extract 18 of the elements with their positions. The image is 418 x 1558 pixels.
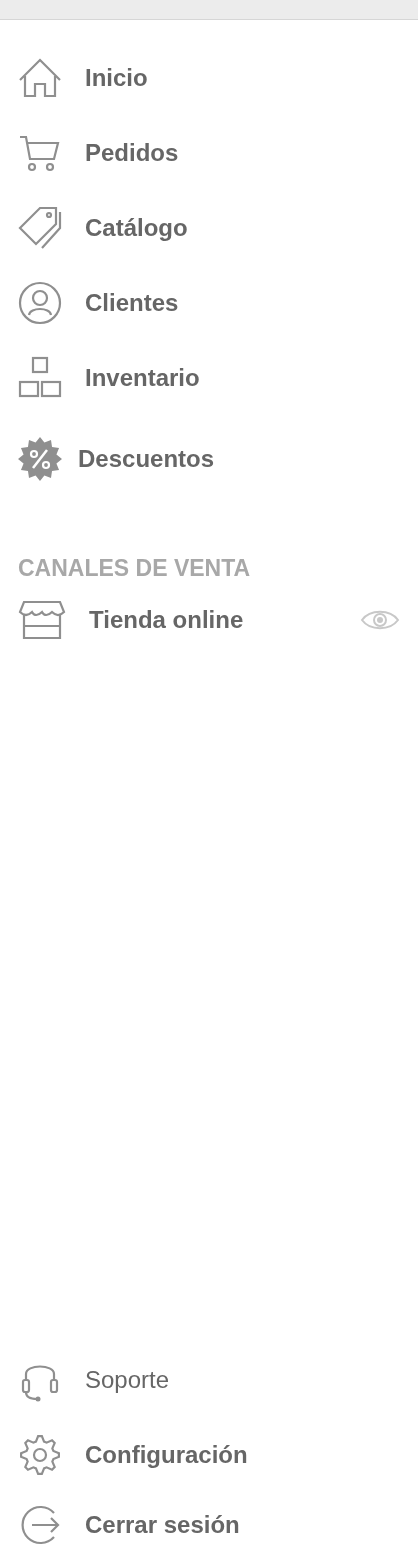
nav-link[interactable]: Soporte bbox=[85, 1361, 170, 1398]
nav-link[interactable]: Inicio bbox=[85, 59, 148, 96]
nav-link[interactable]: Clientes bbox=[85, 284, 179, 321]
store-icon bbox=[18, 598, 66, 642]
eye-icon[interactable] bbox=[360, 608, 400, 632]
nav-link[interactable]: Configuración bbox=[85, 1436, 248, 1473]
nav-link[interactable]: Catálogo bbox=[85, 209, 188, 246]
discount-badge-icon bbox=[18, 436, 62, 481]
tag-icon bbox=[18, 205, 62, 250]
boxes-icon bbox=[18, 355, 62, 400]
nav-link[interactable]: Inventario bbox=[85, 359, 200, 396]
nav-link[interactable]: Tienda online bbox=[89, 602, 244, 638]
nav-link[interactable]: Cerrar sesión bbox=[85, 1507, 240, 1543]
nav-link[interactable]: Descuentos bbox=[78, 440, 215, 477]
settings-icon bbox=[18, 1432, 62, 1477]
user-icon bbox=[18, 280, 62, 325]
section-heading: CANALES DE VENTA bbox=[18, 553, 251, 583]
nav-link[interactable]: Pedidos bbox=[85, 134, 179, 171]
